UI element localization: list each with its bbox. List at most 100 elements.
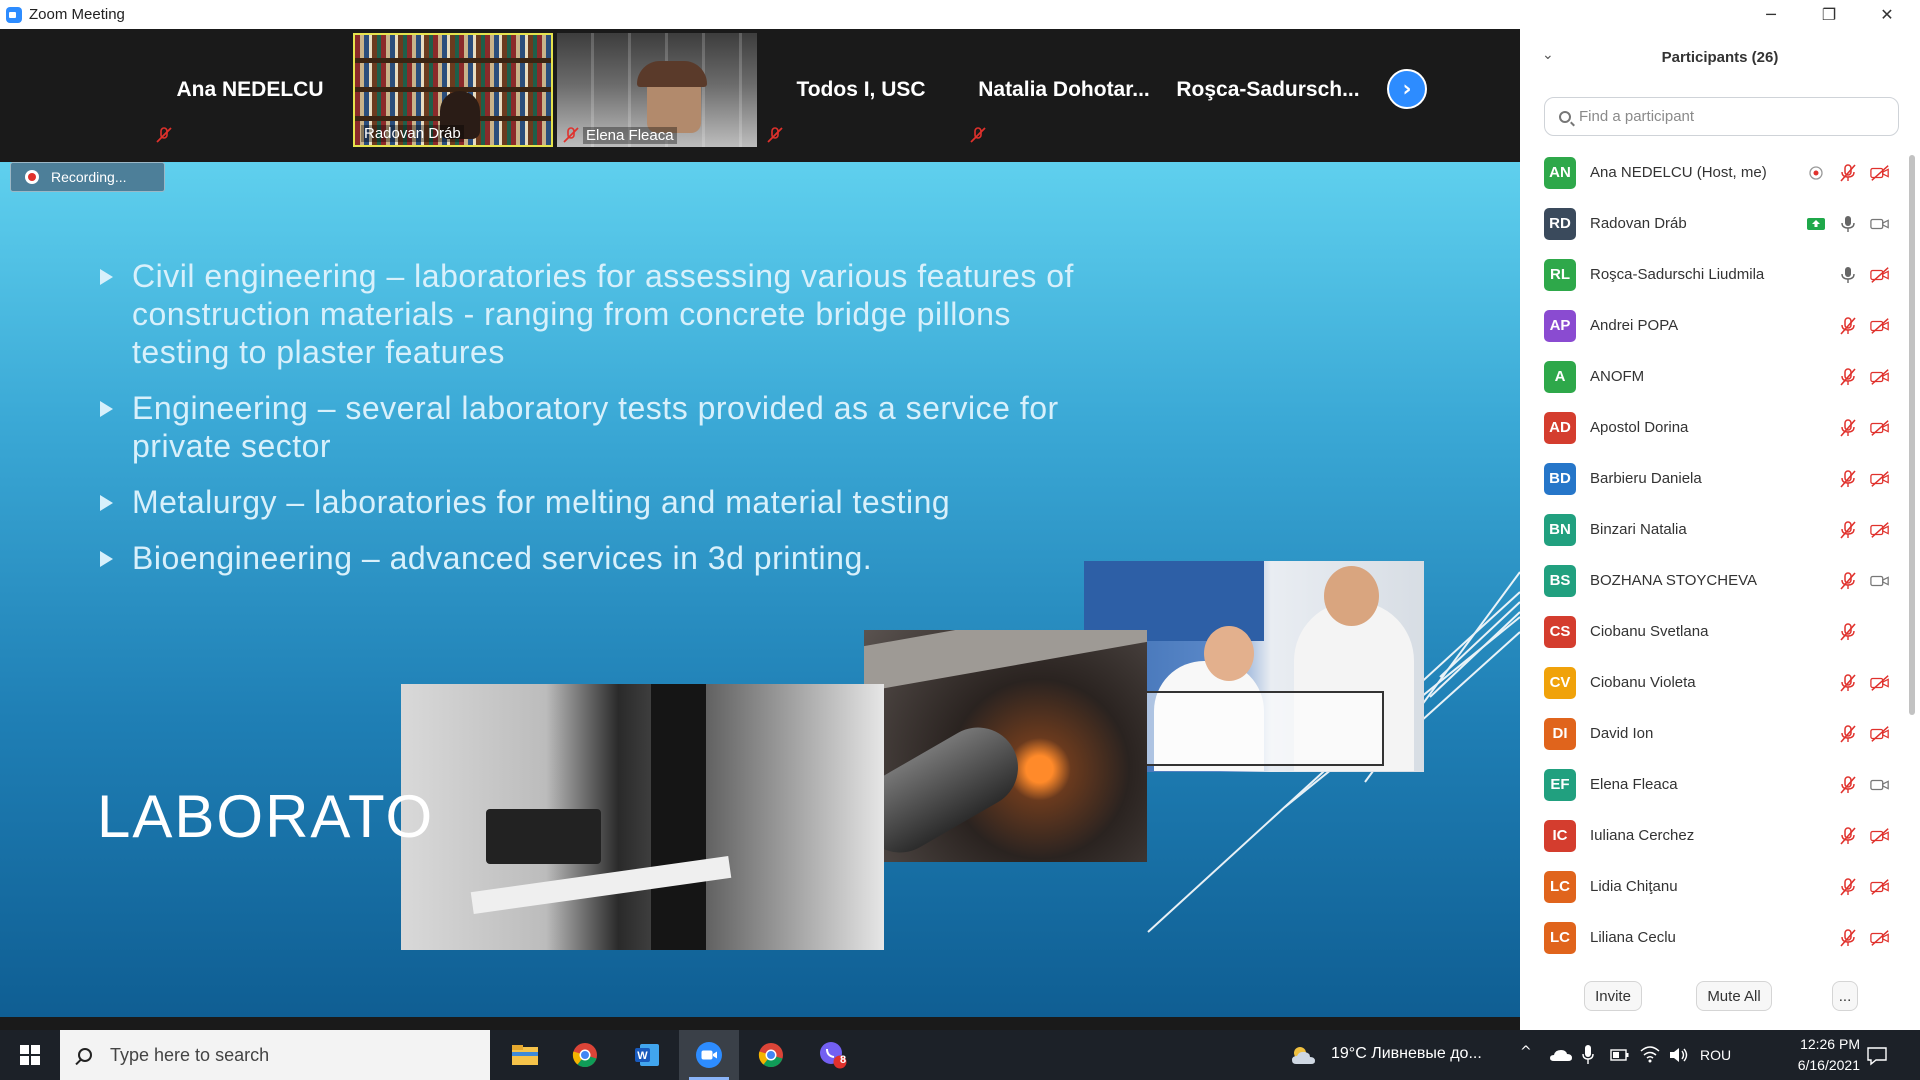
video-off-icon[interactable] [1870, 469, 1890, 489]
participant-row[interactable]: LC Lidia Chiţanu [1520, 861, 1908, 912]
participant-row[interactable]: AN Ana NEDELCU (Host, me) [1520, 147, 1908, 198]
close-button[interactable]: ✕ [1858, 0, 1916, 29]
participant-search-input[interactable] [1579, 108, 1879, 125]
participant-row[interactable]: RL Roşca-Sadurschi Liudmila [1520, 249, 1908, 300]
participant-row[interactable]: AP Andrei POPA [1520, 300, 1908, 351]
participant-row[interactable]: EF Elena Fleaca [1520, 759, 1908, 810]
battery-icon[interactable] [1610, 1048, 1630, 1062]
participant-status-icons [1838, 249, 1890, 300]
participant-row[interactable]: A ANOFM [1520, 351, 1908, 402]
chevron-up-icon[interactable]: ^ [1520, 1044, 1532, 1060]
participant-row[interactable]: IC Iuliana Cerchez [1520, 810, 1908, 861]
participant-name: BOZHANA STOYCHEVA [1590, 572, 1757, 589]
participant-row[interactable]: RD Radovan Dráb [1520, 198, 1908, 249]
participant-status-icons [1838, 810, 1890, 861]
participant-tile[interactable]: Ana NEDELCU [150, 33, 350, 147]
video-off-icon[interactable] [1870, 724, 1890, 744]
microphone-icon[interactable] [1582, 1045, 1594, 1065]
video-camera-icon[interactable] [1870, 775, 1890, 795]
mic-muted-icon[interactable] [1838, 775, 1858, 795]
avatar: AN [1544, 156, 1576, 189]
participant-row[interactable]: BS BOZHANA STOYCHEVA [1520, 555, 1908, 606]
taskbar-word[interactable]: W [617, 1030, 677, 1080]
mic-muted-icon[interactable] [1838, 673, 1858, 693]
mic-muted-icon[interactable] [1838, 163, 1858, 183]
video-camera-icon[interactable] [1870, 214, 1890, 234]
microphone-icon[interactable] [1838, 214, 1858, 234]
participant-row[interactable]: DI David Ion [1520, 708, 1908, 759]
restore-button[interactable]: ❐ [1800, 0, 1858, 29]
invite-button[interactable]: Invite [1584, 981, 1642, 1011]
participant-tile-name: Ana NEDELCU [176, 78, 324, 101]
weather-text[interactable]: 19°C Ливневые до... [1331, 1045, 1482, 1063]
microphone-icon[interactable] [1838, 265, 1858, 285]
input-language[interactable]: ROU [1700, 1047, 1731, 1063]
next-page-button[interactable]: › [1387, 69, 1427, 109]
participant-row[interactable]: LC Liliana Ceclu [1520, 912, 1908, 963]
taskbar-file-explorer[interactable] [495, 1030, 555, 1080]
avatar-initials: DI [1552, 725, 1568, 742]
mic-muted-icon[interactable] [1838, 928, 1858, 948]
video-off-icon[interactable] [1870, 673, 1890, 693]
scrollbar-thumb[interactable] [1909, 155, 1915, 715]
mic-muted-icon[interactable] [1838, 571, 1858, 591]
mic-muted-icon[interactable] [1838, 316, 1858, 336]
notification-icon[interactable] [1866, 1046, 1888, 1066]
participant-row[interactable]: CS Ciobanu Svetlana [1520, 606, 1908, 657]
mic-muted-icon[interactable] [1838, 826, 1858, 846]
participant-row[interactable]: BD Barbieru Daniela [1520, 453, 1908, 504]
wifi-icon[interactable] [1640, 1045, 1660, 1063]
participant-tile[interactable]: Roşca-Sadursch... [1168, 33, 1368, 147]
participant-name: Ciobanu Svetlana [1590, 623, 1709, 640]
mic-muted-icon[interactable] [1838, 418, 1858, 438]
taskbar-search[interactable]: Type here to search [60, 1030, 490, 1080]
speaker-icon[interactable] [1668, 1046, 1688, 1064]
participant-video-tile[interactable]: Elena Fleaca [557, 33, 757, 147]
participant-video-tile[interactable]: Radovan Dráb [353, 33, 553, 147]
video-off-icon[interactable] [1870, 826, 1890, 846]
minimize-button[interactable]: ─ [1742, 0, 1800, 29]
gallery-strip: Ana NEDELCU Radovan Dráb Elena Fleaca To… [0, 29, 1520, 162]
mic-muted-icon[interactable] [1838, 367, 1858, 387]
taskbar-chrome[interactable] [555, 1030, 615, 1080]
video-off-icon[interactable] [1870, 265, 1890, 285]
mic-muted-icon[interactable] [1838, 724, 1858, 744]
taskbar-chrome[interactable] [741, 1030, 801, 1080]
avatar-initials: CS [1549, 623, 1571, 640]
mic-muted-icon[interactable] [1838, 622, 1858, 642]
avatar: LC [1544, 870, 1576, 903]
shared-screen: Recording... Civil engineering – laborat… [0, 162, 1520, 1017]
video-off-icon[interactable] [1870, 418, 1890, 438]
zoom-logo-icon [6, 6, 22, 23]
video-off-icon[interactable] [1870, 520, 1890, 540]
mic-muted-icon[interactable] [1838, 877, 1858, 897]
video-off-icon[interactable] [1870, 163, 1890, 183]
mute-all-button[interactable]: Mute All [1696, 981, 1772, 1011]
participant-tile[interactable]: Natalia Dohotar... [964, 33, 1164, 147]
taskbar-zoom[interactable] [679, 1030, 739, 1080]
participant-row[interactable]: AD Apostol Dorina [1520, 402, 1908, 453]
taskbar-clock[interactable]: 12:26 PM 6/16/2021 [1770, 1034, 1860, 1076]
slide-bullet: Civil engineering – laboratories for ass… [100, 257, 1100, 371]
recording-indicator[interactable]: Recording... [10, 162, 165, 192]
more-options-button[interactable]: ... [1832, 981, 1858, 1011]
participant-scrollbar[interactable] [1908, 147, 1916, 967]
participant-row[interactable]: BN Binzari Natalia [1520, 504, 1908, 555]
video-off-icon[interactable] [1870, 877, 1890, 897]
cloud-icon[interactable] [1550, 1049, 1572, 1062]
participant-name: Lidia Chiţanu [1590, 878, 1678, 895]
participant-search[interactable] [1544, 97, 1899, 136]
search-icon [1559, 110, 1571, 123]
participant-row[interactable]: CV Ciobanu Violeta [1520, 657, 1908, 708]
video-off-icon[interactable] [1870, 367, 1890, 387]
start-button[interactable] [0, 1030, 60, 1080]
slide-title: LABORATO [97, 783, 435, 850]
video-off-icon[interactable] [1870, 316, 1890, 336]
participant-tile[interactable]: Todos I, USC [761, 33, 961, 147]
video-off-icon[interactable] [1870, 928, 1890, 948]
video-camera-icon[interactable] [1870, 571, 1890, 591]
avatar-initials: RD [1549, 215, 1571, 232]
mic-muted-icon[interactable] [1838, 469, 1858, 489]
mic-muted-icon[interactable] [1838, 520, 1858, 540]
taskbar-viber[interactable]: 8 [803, 1030, 863, 1080]
